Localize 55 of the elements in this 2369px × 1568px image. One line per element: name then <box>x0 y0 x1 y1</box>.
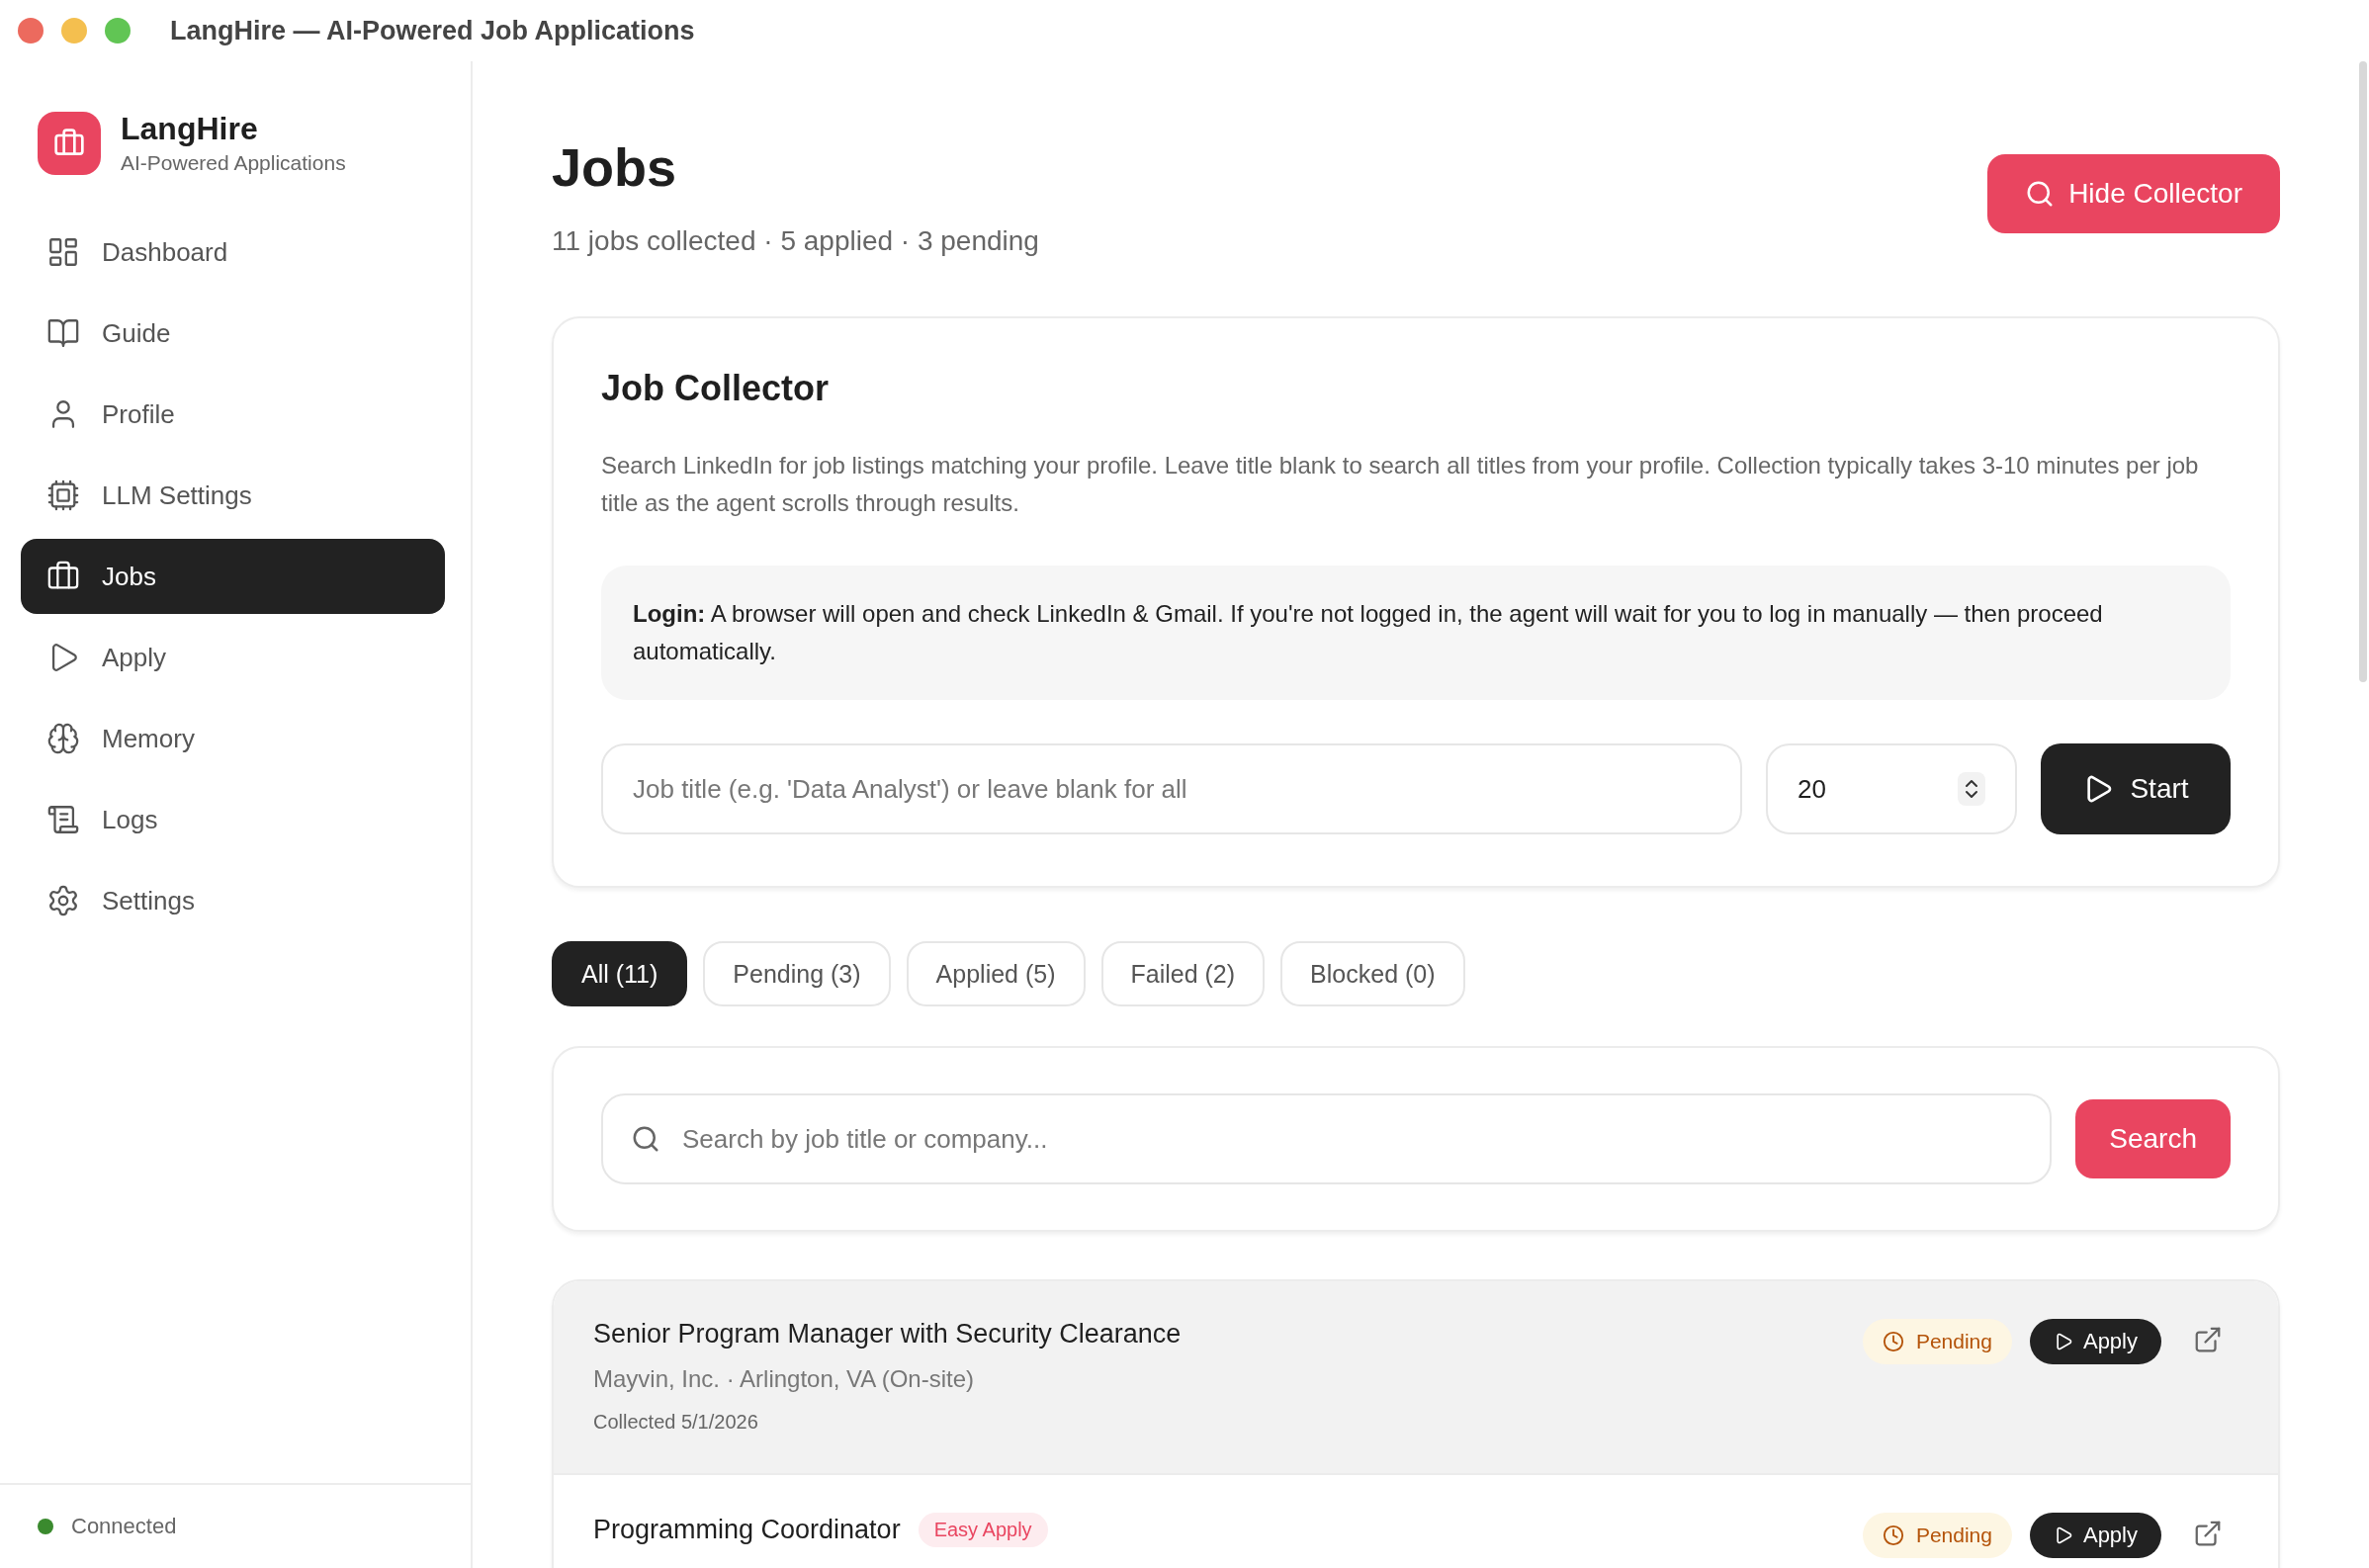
window-title: LangHire — AI-Powered Job Applications <box>170 15 695 46</box>
sidebar-item[interactable]: Guide <box>21 296 445 371</box>
count-field[interactable]: 20 <box>1766 743 2017 834</box>
sidebar-item[interactable]: LLM Settings <box>21 458 445 533</box>
chip-icon <box>46 479 80 512</box>
collector-description: Search LinkedIn for job listings matching your profile. Leave title blank to search all titles from your profile. Collection typically takes 3-10 minutes per job title as the agent scrolls through results. <box>601 451 2200 518</box>
brain-icon <box>46 722 80 755</box>
job-row[interactable]: Senior Program Manager with Security Clearance Mayvin, Inc. · Arlington, VA (On-site) Collected 5/1/2026 Pending Apply <box>554 1281 2278 1475</box>
search-button[interactable]: Search <box>2075 1099 2231 1178</box>
dashboard-icon <box>46 235 80 269</box>
job-title: Senior Program Manager with Security Clearance <box>593 1319 1182 1350</box>
hide-collector-button[interactable]: Hide Collector <box>1987 154 2280 233</box>
apply-button[interactable]: Apply <box>2029 1513 2161 1558</box>
filter-tab[interactable]: Failed (2) <box>1100 941 1266 1006</box>
search-field[interactable]: Search by job title or company... <box>601 1093 2053 1184</box>
minimize-window-button[interactable] <box>61 18 87 44</box>
sidebar-item[interactable]: Apply <box>21 620 445 695</box>
sidebar-item[interactable]: Jobs <box>21 539 445 614</box>
apply-button[interactable]: Apply <box>2029 1319 2161 1364</box>
clock-icon <box>1882 1331 1904 1352</box>
job-summary: 11 jobs collected · 5 applied · 3 pending <box>552 225 1039 257</box>
job-row[interactable]: Programming Coordinator Easy Apply Pending Apply <box>554 1475 2278 1568</box>
page-title: Jobs <box>552 136 678 198</box>
sidebar-item[interactable]: Profile <box>21 377 445 452</box>
scroll-icon <box>46 803 80 836</box>
card-title: Job Collector <box>601 368 831 409</box>
scrollbar[interactable] <box>2359 61 2367 682</box>
clock-icon <box>1882 1524 1904 1546</box>
job-title: Programming Coordinator <box>593 1515 901 1545</box>
sidebar-item[interactable]: Memory <box>21 701 445 776</box>
app-tagline: AI-Powered Applications <box>121 151 346 175</box>
book-icon <box>46 316 80 350</box>
start-button[interactable]: Start <box>2041 743 2231 834</box>
filter-tab[interactable]: Blocked (0) <box>1280 941 1465 1006</box>
collected-date: Collected 5/1/2026 <box>593 1411 759 1434</box>
filter-tab[interactable]: Pending (3) <box>703 941 891 1006</box>
status-badge: Pending <box>1862 1513 2012 1558</box>
filter-tab[interactable]: Applied (5) <box>906 941 1086 1006</box>
close-window-button[interactable] <box>18 18 44 44</box>
settings-icon <box>46 884 80 917</box>
app-name: LangHire <box>121 111 259 147</box>
connection-status: Connected <box>71 1514 177 1539</box>
login-notice: Login: A browser will open and check LinkedIn & Gmail. If you're not logged in, the agent will wait for you to log in manually — then proceed automatically. <box>601 566 2231 700</box>
app-logo <box>38 111 101 175</box>
job-company: Mayvin, Inc. · Arlington, VA (On-site) <box>593 1365 976 1393</box>
filter-tab[interactable]: All (11) <box>552 941 688 1006</box>
job-title-field[interactable]: Job title (e.g. 'Data Analyst') or leave blank for all <box>601 743 1742 834</box>
easy-apply-badge: Easy Apply <box>918 1513 1048 1547</box>
status-badge: Pending <box>1862 1319 2012 1364</box>
sidebar-item[interactable]: Dashboard <box>21 215 445 290</box>
sidebar-item[interactable]: Settings <box>21 863 445 938</box>
zoom-window-button[interactable] <box>105 18 131 44</box>
stepper-icon[interactable] <box>1958 772 1985 806</box>
sidebar-item[interactable]: Logs <box>21 782 445 857</box>
search-icon <box>631 1124 660 1154</box>
